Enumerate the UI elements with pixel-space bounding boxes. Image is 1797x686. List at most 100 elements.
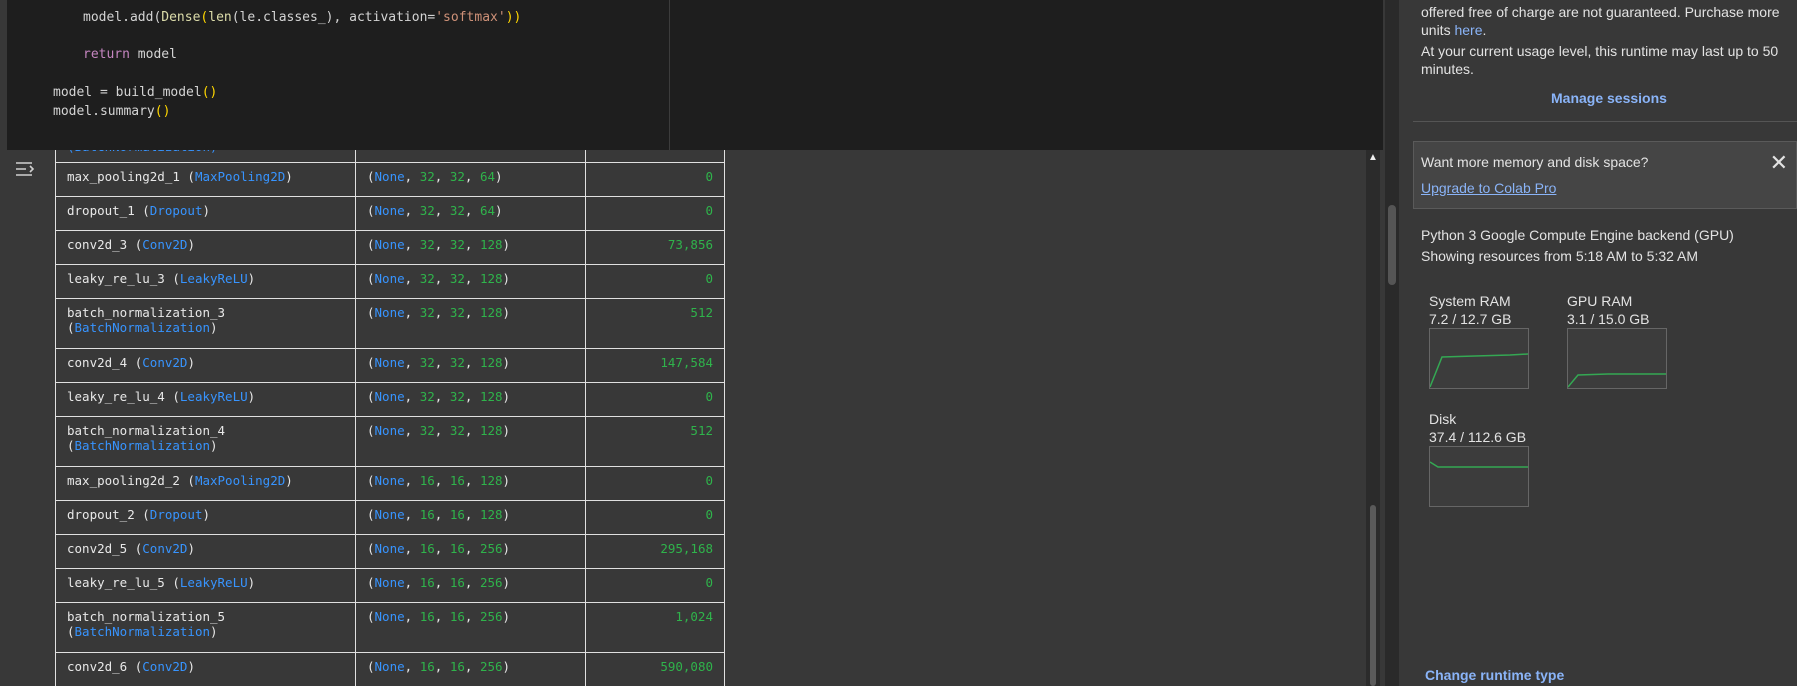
system-ram-value: 7.2 / 12.7 GB (1429, 311, 1512, 327)
layer-name: conv2d_6 (67, 659, 128, 674)
layer-class: BatchNormalization (74, 624, 210, 639)
output-toggle-icon[interactable] (15, 160, 39, 180)
layer-name: batch_normalization_5 (67, 609, 226, 624)
shape-dim: 128 (479, 305, 503, 320)
shape-dim: 16 (419, 659, 435, 674)
param-count: 0 (585, 568, 725, 603)
panel-scrollbar[interactable] (1385, 0, 1399, 686)
layer-name-cell: conv2d_6 (Conv2D) (55, 652, 356, 686)
table-row: leaky_re_lu_5 (LeakyReLU) (None, 16, 16, … (55, 568, 725, 603)
shape-dim: 32 (449, 271, 465, 286)
shape-dim: 128 (479, 237, 503, 252)
change-runtime-type-button[interactable]: Change runtime type (1425, 667, 1564, 683)
shape-dim: 32 (419, 355, 435, 370)
manage-sessions-button[interactable]: Manage sessions (1551, 90, 1667, 106)
shape-dim: 32 (419, 237, 435, 252)
shape-dim: 64 (479, 203, 496, 218)
layer-class: (BatchNormalization) (67, 150, 218, 154)
purchase-here-link[interactable]: here (1454, 22, 1482, 38)
layer-class: Dropout (149, 203, 203, 218)
shape-none: None (374, 575, 405, 590)
output-shape-cell: (None, 16, 16, 256) (355, 652, 586, 686)
output-shape-cell: (None, 16, 16, 128) (355, 500, 586, 535)
layer-class: BatchNormalization (74, 438, 210, 453)
shape-dim: 64 (479, 169, 496, 184)
layer-name-cell: leaky_re_lu_3 (LeakyReLU) (55, 264, 356, 299)
layer-name: conv2d_5 (67, 541, 128, 556)
scrollbar-thumb[interactable] (1370, 505, 1376, 686)
scrollbar-thumb[interactable] (1388, 205, 1396, 285)
param-count: 1,024 (585, 602, 725, 653)
table-row: batch_normalization_3 (BatchNormalization… (55, 298, 725, 349)
shape-dim: 16 (449, 541, 465, 556)
gpu-ram-value: 3.1 / 15.0 GB (1567, 311, 1650, 327)
layer-name: leaky_re_lu_3 (67, 271, 165, 286)
layer-name: max_pooling2d_1 (67, 169, 180, 184)
code-line-3: model = build_model() (53, 85, 218, 100)
system-ram-label: System RAM (1429, 293, 1511, 309)
shape-dim: 16 (419, 541, 435, 556)
param-count: 512 (585, 298, 725, 349)
output-scrollbar[interactable]: ▲ (1366, 150, 1380, 686)
shape-none: None (374, 203, 405, 218)
layer-name: batch_normalization_3 (67, 305, 226, 320)
shape-dim: 128 (479, 507, 503, 522)
disk-label: Disk (1429, 411, 1457, 427)
output-shape-cell: (None, 16, 16, 256) (355, 602, 586, 653)
usage-note-line-2: units here. (1421, 22, 1487, 38)
code-line-2: return model (83, 47, 177, 62)
disk-value: 37.4 / 112.6 GB (1429, 429, 1527, 445)
layer-class: Conv2D (142, 659, 188, 674)
system-ram-graph (1429, 328, 1529, 389)
layer-name-cell: dropout_1 (Dropout) (55, 196, 356, 231)
chevron-up-icon[interactable]: ▲ (1368, 152, 1378, 163)
layer-name: leaky_re_lu_4 (67, 389, 165, 404)
shape-dim: 128 (479, 473, 503, 488)
shape-dim: 128 (479, 423, 503, 438)
layer-name: dropout_2 (67, 507, 135, 522)
layer-class: LeakyReLU (179, 389, 248, 404)
shape-dim: 16 (449, 473, 465, 488)
output-shape-cell: (None, 16, 16, 256) (355, 534, 586, 569)
table-row: conv2d_4 (Conv2D) (None, 32, 32, 128) 147,… (55, 348, 725, 383)
table-row: batch_normalization_5 (BatchNormalization… (55, 602, 725, 653)
param-count: 147,584 (585, 348, 725, 383)
output-shape-cell: (None, 32, 32, 128) (355, 230, 586, 265)
param-count: 295,168 (585, 534, 725, 569)
layer-class: LeakyReLU (179, 271, 248, 286)
output-shape-cell: (None, 32, 32, 128) (355, 382, 586, 417)
shape-dim: 16 (449, 507, 465, 522)
layer-name-cell: batch_normalization_3 (BatchNormalization… (55, 298, 356, 349)
layer-name: leaky_re_lu_5 (67, 575, 165, 590)
shape-none: None (374, 473, 405, 488)
upgrade-colab-pro-link[interactable]: Upgrade to Colab Pro (1421, 180, 1556, 196)
gpu-ram-label: GPU RAM (1567, 293, 1633, 309)
shape-none: None (374, 237, 405, 252)
close-icon[interactable]: ✕ (1770, 150, 1788, 176)
output-shape-cell: (None, 32, 32, 128) (355, 298, 586, 349)
layer-name: dropout_1 (67, 203, 135, 218)
table-row: conv2d_3 (Conv2D) (None, 32, 32, 128) 73,8… (55, 230, 725, 265)
shape-none: None (374, 423, 405, 438)
param-count: 73,856 (585, 230, 725, 265)
table-row: dropout_2 (Dropout) (None, 16, 16, 128) 0 (55, 500, 725, 535)
table-row: leaky_re_lu_3 (LeakyReLU) (None, 32, 32, … (55, 264, 725, 299)
shape-none: None (374, 609, 405, 624)
param-count: 0 (585, 500, 725, 535)
shape-dim: 16 (419, 609, 435, 624)
shape-dim: 16 (449, 609, 465, 624)
table-row: dropout_1 (Dropout) (None, 32, 32, 64) 0 (55, 196, 725, 231)
layer-name-cell: conv2d_5 (Conv2D) (55, 534, 356, 569)
gpu-ram-graph (1567, 328, 1667, 389)
upsell-question: Want more memory and disk space? (1421, 154, 1649, 170)
shape-dim: 32 (419, 389, 435, 404)
code-cell[interactable]: model.add(Dense(len(le.classes_), activa… (7, 0, 1383, 150)
shape-none: None (374, 271, 405, 286)
shape-dim: 32 (419, 271, 435, 286)
layer-class: Conv2D (142, 541, 188, 556)
shape-none: None (374, 507, 405, 522)
layer-class: LeakyReLU (179, 575, 248, 590)
layer-name-cell: batch_normalization_4 (BatchNormalization… (55, 416, 356, 467)
shape-dim: 16 (449, 575, 465, 590)
layer-name: batch_normalization_4 (67, 423, 226, 438)
